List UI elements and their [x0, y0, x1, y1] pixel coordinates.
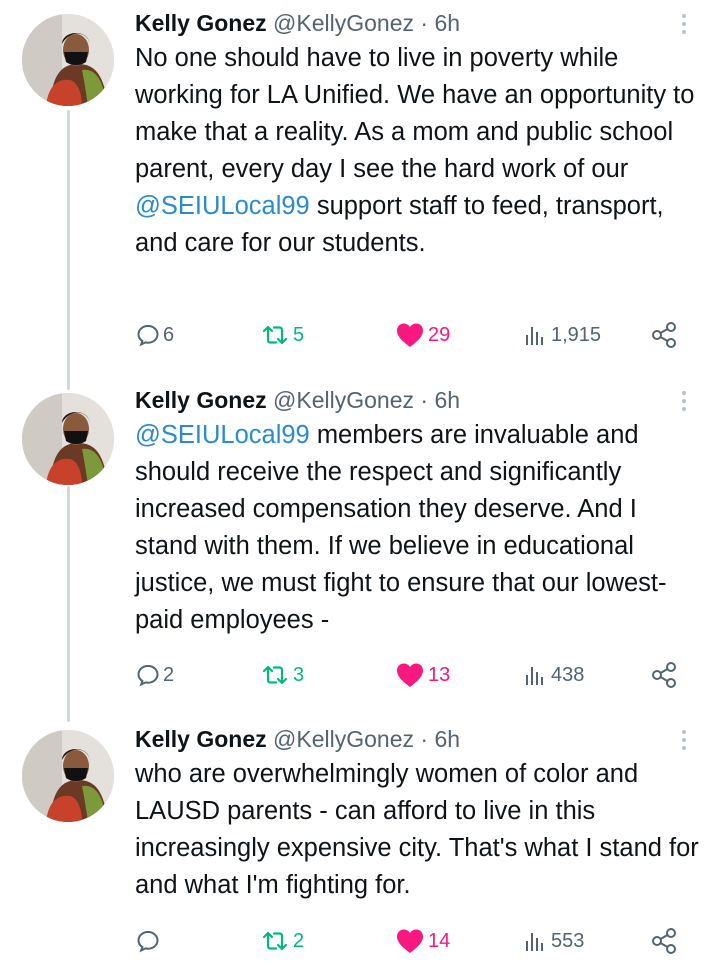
tweet-text-part: members are invaluable and should receiv…	[135, 421, 667, 634]
views-icon	[522, 929, 546, 953]
like-count: 14	[428, 929, 451, 952]
tweet-text: @SEIULocal99 members are invaluable and …	[135, 417, 705, 639]
reply-button[interactable]	[136, 926, 163, 956]
views-icon	[522, 323, 546, 347]
separator-dot: ·	[420, 387, 429, 413]
retweet-icon	[260, 323, 290, 347]
retweet-button[interactable]: 5	[260, 320, 304, 350]
retweet-count: 5	[293, 323, 305, 346]
more-icon[interactable]	[676, 389, 692, 413]
reply-count: 6	[163, 323, 175, 346]
more-icon[interactable]	[676, 728, 692, 752]
like-icon	[395, 928, 425, 954]
views-count: 438	[551, 663, 585, 686]
separator-dot: ·	[420, 726, 429, 752]
share-button[interactable]	[650, 320, 680, 350]
timestamp[interactable]: 6h	[434, 387, 460, 413]
share-icon	[650, 661, 678, 689]
retweet-count: 3	[293, 663, 305, 686]
author-name[interactable]: Kelly Gonez	[135, 387, 267, 413]
avatar[interactable]	[22, 393, 114, 485]
tweet-actions: 6 5 29 1,915	[0, 320, 720, 350]
share-icon	[650, 321, 678, 349]
views-count: 553	[551, 929, 585, 952]
share-button[interactable]	[650, 926, 680, 956]
reply-button[interactable]: 2	[136, 660, 174, 690]
like-icon	[395, 662, 425, 688]
tweet-header: Kelly Gonez @KellyGonez · 6h	[135, 6, 690, 40]
reply-icon	[136, 323, 160, 347]
tweet[interactable]: Kelly Gonez @KellyGonez · 6h who are ove…	[0, 722, 720, 967]
more-icon[interactable]	[676, 12, 692, 36]
tweet[interactable]: Kelly Gonez @KellyGonez · 6h No one shou…	[0, 6, 720, 366]
mention-link[interactable]: @SEIULocal99	[135, 421, 310, 449]
views-button[interactable]: 1,915	[522, 320, 601, 350]
like-button[interactable]: 14	[395, 926, 450, 956]
mention-link[interactable]: @SEIULocal99	[135, 192, 310, 220]
timestamp[interactable]: 6h	[434, 10, 460, 36]
like-count: 13	[428, 663, 451, 686]
reply-icon	[136, 929, 160, 953]
tweet-actions: 2 14 553	[0, 926, 720, 956]
retweet-button[interactable]: 3	[260, 660, 304, 690]
author-name[interactable]: Kelly Gonez	[135, 726, 267, 752]
views-count: 1,915	[551, 323, 602, 346]
retweet-icon	[260, 929, 290, 953]
tweet-text: No one should have to live in poverty wh…	[135, 40, 705, 262]
separator-dot: ·	[420, 10, 429, 36]
like-button[interactable]: 13	[395, 660, 450, 690]
author-handle[interactable]: @KellyGonez	[273, 726, 414, 752]
tweet-text-part: No one should have to live in poverty wh…	[135, 44, 695, 183]
author-handle[interactable]: @KellyGonez	[273, 10, 414, 36]
share-button[interactable]	[650, 660, 680, 690]
like-count: 29	[428, 323, 451, 346]
views-button[interactable]: 553	[522, 926, 584, 956]
tweet-header: Kelly Gonez @KellyGonez · 6h	[135, 383, 690, 417]
retweet-button[interactable]: 2	[260, 926, 304, 956]
views-icon	[522, 663, 546, 687]
author-name[interactable]: Kelly Gonez	[135, 10, 267, 36]
timestamp[interactable]: 6h	[434, 726, 460, 752]
views-button[interactable]: 438	[522, 660, 584, 690]
tweet-header: Kelly Gonez @KellyGonez · 6h	[135, 722, 690, 756]
retweet-count: 2	[293, 929, 305, 952]
tweet-actions: 2 3 13 438	[0, 660, 720, 690]
share-icon	[650, 927, 678, 955]
tweet-text: who are overwhelmingly women of color an…	[135, 756, 705, 904]
author-handle[interactable]: @KellyGonez	[273, 387, 414, 413]
tweet-thread: Kelly Gonez @KellyGonez · 6h No one shou…	[0, 0, 720, 969]
tweet-text-part: who are overwhelmingly women of color an…	[135, 760, 699, 899]
reply-button[interactable]: 6	[136, 320, 174, 350]
like-icon	[395, 322, 425, 348]
avatar[interactable]	[22, 14, 114, 106]
like-button[interactable]: 29	[395, 320, 450, 350]
retweet-icon	[260, 663, 290, 687]
tweet[interactable]: Kelly Gonez @KellyGonez · 6h @SEIULocal9…	[0, 383, 720, 703]
avatar[interactable]	[22, 730, 114, 822]
reply-count: 2	[163, 663, 175, 686]
reply-icon	[136, 663, 160, 687]
